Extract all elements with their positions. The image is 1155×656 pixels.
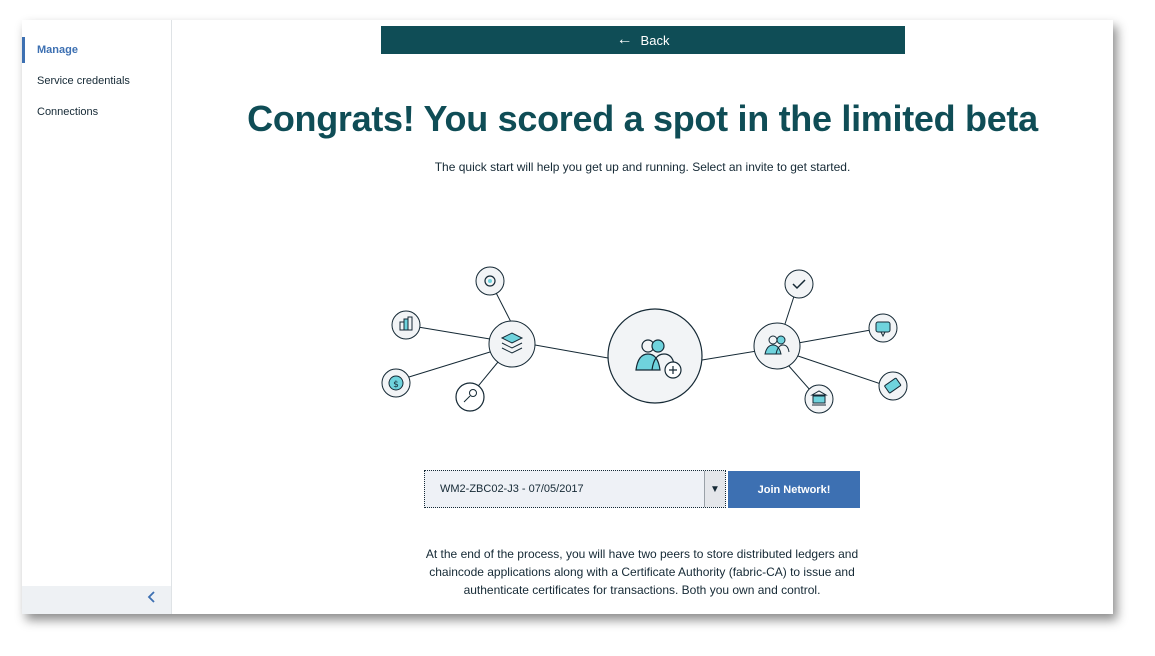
back-button-label: Back [640,32,670,48]
invite-select-value: WM2-ZBC02-J3 - 07/05/2017 [440,483,584,495]
layers-icon [488,320,536,368]
building-icon [391,310,421,340]
sidebar: Manage Service credentials Connections [22,20,172,614]
sidebar-footer [22,586,171,614]
page-subtitle: The quick start will help you get up and… [434,160,851,174]
sidebar-item-manage[interactable]: Manage [22,37,171,63]
arrow-left-icon: ← [616,31,633,48]
chevron-left-icon [147,591,155,603]
chevron-down-icon[interactable]: ▼ [704,471,725,507]
network-people-icon [607,308,703,404]
key-icon [455,382,485,412]
collapse-sidebar-button[interactable] [143,590,161,610]
join-network-button[interactable]: Join Network! [728,471,860,508]
back-button[interactable]: ← Back [381,26,905,54]
ticket-icon [878,371,908,401]
gear-icon [475,266,505,296]
invite-select[interactable]: WM2-ZBC02-J3 - 07/05/2017 ▼ [424,470,726,508]
people-icon [753,322,801,370]
svg-text:$: $ [393,380,399,390]
footer-description: At the end of the process, you will have… [425,547,859,597]
chat-icon [868,313,898,343]
app-window: Manage Service credentials Connections ←… [22,20,1113,614]
checkmark-icon [784,269,814,299]
network-illustration: $ [381,266,908,414]
main-content: ← Back Congrats! You scored a spot in th… [172,20,1113,614]
dollar-icon: $ [381,368,411,398]
bank-icon [804,384,834,414]
page-title: Congrats! You scored a spot in the limit… [247,98,1038,139]
sidebar-item-service-credentials[interactable]: Service credentials [22,68,171,94]
sidebar-item-connections[interactable]: Connections [22,99,171,125]
